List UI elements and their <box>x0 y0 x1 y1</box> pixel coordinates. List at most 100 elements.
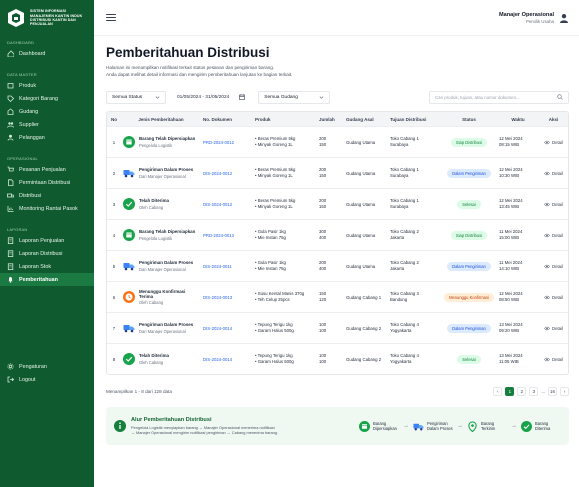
detail-button[interactable]: Detail <box>544 264 563 269</box>
document-number: DIS-2024-0011 <box>203 263 232 269</box>
sidebar-section-label: DASHBOARD <box>7 40 35 45</box>
detail-button[interactable]: Detail <box>544 140 563 145</box>
sidebar-item-label: Pemberitahuan <box>19 276 58 283</box>
page-button[interactable]: 16 <box>548 386 557 396</box>
document-number: DIS-2024-0014 <box>203 356 233 362</box>
quantity-value: 120 <box>319 297 327 302</box>
file-icon <box>8 179 14 186</box>
eye-icon <box>544 140 550 144</box>
document-number: DIS-2024-0013 <box>203 294 233 300</box>
action-cell: Detail <box>539 326 568 331</box>
prev-page-button[interactable]: ‹ <box>493 386 503 396</box>
sidebar-item-gudang[interactable]: Gudang <box>0 105 94 118</box>
search-icon[interactable] <box>557 94 563 100</box>
document-number[interactable]: PRD-2024-0013 <box>201 233 253 238</box>
column-header: Aksi <box>548 116 559 122</box>
sidebar-item-kategori-barang[interactable]: Kategori Barang <box>0 92 94 105</box>
quantity-value: 100 <box>319 328 327 333</box>
quantity-list: 150 120 <box>317 291 344 304</box>
detail-button[interactable]: Detail <box>544 202 563 207</box>
eye-icon <box>544 233 550 237</box>
flow-step: Pengiriman Dalam Proses <box>413 421 453 432</box>
notification-title: Telah Diterima <box>139 198 169 204</box>
product-list: Tepung Terigu 1kgGaram Halus 500g <box>253 353 317 366</box>
status-badge: Selesai <box>457 199 481 209</box>
flow-step: Barang Diterima <box>521 420 561 432</box>
detail-button[interactable]: Detail <box>544 171 563 176</box>
page-button[interactable]: 3 <box>529 386 539 396</box>
row-number: 5 <box>112 263 116 269</box>
table-row: 5 Pengiriman Dalam Proses Dari Manajer Ope… <box>107 250 568 281</box>
sidebar-item-label: Produk <box>19 82 37 89</box>
column-header: Jumlah <box>319 116 335 122</box>
sidebar-item-laporan-stok[interactable]: Laporan Stok <box>0 260 94 273</box>
sidebar-item-pengaturan[interactable]: Pengaturan <box>0 360 94 373</box>
detail-button[interactable]: Detail <box>544 295 563 300</box>
destination: Toko Cabang 1 Surabaya <box>388 167 441 178</box>
column-header: Jenis Pemberitahuan <box>138 116 184 122</box>
truck-icon <box>413 423 424 430</box>
package-icon <box>359 420 370 432</box>
sidebar-item-laporan-penjualan[interactable]: Laporan Penjualan <box>0 234 94 247</box>
status-badge: Dalam Pengiriman <box>447 261 491 271</box>
date-range-picker[interactable]: 01/05/2024 - 31/05/2024 <box>172 91 250 104</box>
row-number: 1 <box>112 139 116 145</box>
next-page-button[interactable]: › <box>560 386 569 396</box>
notification-sender: Oleh Cabang <box>139 300 164 306</box>
status-cell: Siap Distribusi <box>441 230 497 240</box>
detail-button[interactable]: Detail <box>544 357 563 362</box>
notification-title: Pengiriman Dalam Proses <box>139 322 194 328</box>
menu-toggle-icon[interactable] <box>106 13 116 22</box>
status-cell: Selesai <box>441 354 497 364</box>
sidebar-item-laporan-distribusi[interactable]: Laporan Distribusi <box>0 247 94 260</box>
page-button[interactable]: 1 <box>505 386 515 396</box>
sidebar-item-logout[interactable]: Logout <box>0 373 94 386</box>
arrow-right-icon: → <box>511 423 517 429</box>
page-button[interactable]: 2 <box>517 386 527 396</box>
origin-warehouse: Gudang Cabang 2 <box>346 325 382 331</box>
timestamp: 12 Mei 2024 08:15 WIB <box>497 136 539 147</box>
destination: Toko Cabang 3 Bandung <box>388 291 441 302</box>
timestamp-line: 08:50 WIB <box>499 297 520 302</box>
sidebar-item-pemberitahuan[interactable]: Pemberitahuan <box>0 273 94 286</box>
row-number: 2 <box>112 170 116 176</box>
detail-label: Detail <box>552 294 563 300</box>
detail-button[interactable]: Detail <box>544 326 563 331</box>
table-body: 1 Barang Telah Dipersiapkan Pengelola Logi… <box>107 126 568 374</box>
table-row: 3Telah DiterimaOleh CabangDIS-2024-0012B… <box>107 188 568 219</box>
warehouse-filter-select[interactable]: Semua Gudang <box>258 90 331 104</box>
notification-sender: Dari Manajer Operasional <box>139 266 186 272</box>
sidebar-item-pelanggan[interactable]: Pelanggan <box>0 131 94 144</box>
document-number: DIS-2024-0012 <box>203 170 233 176</box>
document-number[interactable]: PRD-2024-0012 <box>201 140 253 145</box>
sidebar: SISTEM INFORMASI MANAJEMEN KANTIN INDUK … <box>0 0 94 487</box>
sidebar-item-distribusi[interactable]: Distribusi <box>0 189 94 202</box>
status-badge: Selesai <box>457 354 481 364</box>
calendar-icon <box>239 94 246 100</box>
truck-icon <box>123 263 135 271</box>
notifications-table: No Jenis Pemberitahuan No. Dokumen Produk Ju… <box>106 111 569 375</box>
gear-icon <box>7 363 14 370</box>
user-avatar-icon[interactable] <box>559 13 569 23</box>
sidebar-item-pesanan-penjualan[interactable]: Pesanan Penjualan <box>0 163 94 176</box>
action-cell: Detail <box>539 171 568 176</box>
sidebar-section-label: DATA MASTER <box>7 72 37 77</box>
sidebar-item-produk[interactable]: Produk <box>0 79 94 92</box>
timestamp: 12 Mei 2024 08:50 WIB <box>497 291 539 302</box>
timestamp-line: 09:20 WIB <box>499 328 520 333</box>
sidebar-item-dashboard[interactable]: Dashboard <box>0 47 94 60</box>
report-icon <box>7 263 14 270</box>
status-badge: Dalam Pengiriman <box>447 168 491 178</box>
filter-bar: Semua Status 01/05/2024 - 31/05/2024 Sem… <box>106 90 569 104</box>
status-filter-select[interactable]: Semua Status <box>106 90 166 104</box>
sidebar-item-monitoring-rantai-pasok[interactable]: Monitoring Rantai Pasok <box>0 202 94 215</box>
product-item: Teh Celup 25pcs <box>255 297 315 304</box>
search-input[interactable]: Cari produk, tujuan, atau nomor dokumen.… <box>429 90 569 104</box>
tag-icon <box>7 95 14 102</box>
user-menu[interactable]: Manajer Operasional Pemilik Usaha <box>499 12 569 24</box>
pagination: ‹ 1 2 3... 16 › <box>493 386 569 396</box>
sidebar-item-supplier[interactable]: Supplier <box>0 118 94 131</box>
sidebar-item-permintaan-distribusi[interactable]: Permintaan Distribusi <box>0 176 94 189</box>
detail-button[interactable]: Detail <box>544 233 563 238</box>
origin-warehouse: Gudang Cabang 1 <box>346 294 382 300</box>
